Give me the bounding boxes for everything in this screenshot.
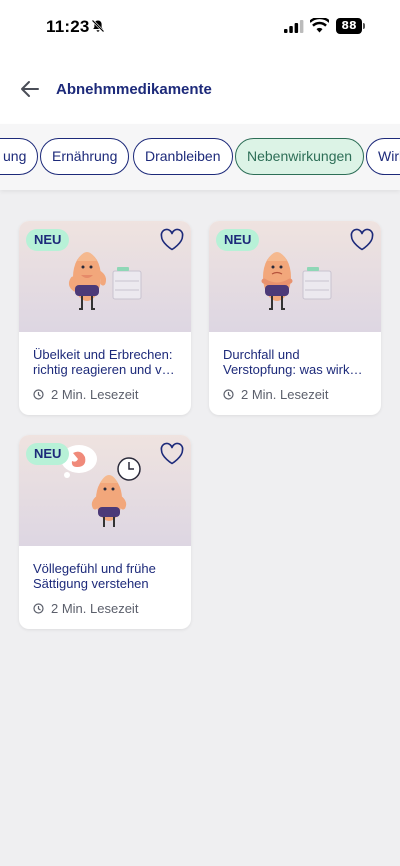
- new-badge: NEU: [26, 443, 70, 465]
- reading-time-label: 2 Min. Lesezeit: [241, 387, 329, 402]
- heart-icon[interactable]: [159, 442, 185, 466]
- page-title: Abnehmmedikamente: [56, 81, 212, 98]
- chip-partial-right[interactable]: Wirk: [366, 138, 400, 175]
- heart-icon[interactable]: [349, 228, 375, 252]
- chip-ernaehrung[interactable]: Ernährung: [40, 138, 130, 175]
- article-title: Durchfall und Verstopfung: was wirk…: [223, 347, 363, 377]
- reading-time-label: 2 Min. Lesezeit: [51, 387, 139, 402]
- reading-time: 2 Min. Lesezeit: [223, 387, 328, 402]
- status-time: 11:23: [46, 17, 90, 36]
- signal-icon: [284, 20, 304, 33]
- wifi-icon: [310, 18, 329, 33]
- article-title: Übelkeit und Erbrechen: richtig reagiere…: [33, 347, 175, 377]
- battery-cap: [363, 23, 365, 29]
- clock-icon: [33, 603, 44, 614]
- reading-time: 2 Min. Lesezeit: [33, 601, 138, 616]
- new-badge: NEU: [26, 229, 70, 251]
- new-badge: NEU: [216, 229, 260, 251]
- article-card[interactable]: NEU Übelkeit und Erbrechen: richtig reag…: [19, 221, 191, 415]
- chip-partial-left[interactable]: ung: [0, 138, 39, 175]
- chip-nebenwirkungen[interactable]: Nebenwirkungen: [235, 138, 365, 175]
- status-bar: 11:23 88: [0, 0, 400, 54]
- article-card[interactable]: NEU Durchfall und Verstopfung: was wirk……: [209, 221, 381, 415]
- chip-dranbleiben[interactable]: Dranbleiben: [133, 138, 233, 175]
- category-chip-bar[interactable]: ung Ernährung Dranbleiben Nebenwirkungen…: [0, 124, 400, 190]
- back-arrow-icon[interactable]: [18, 78, 42, 100]
- bell-muted-icon: [91, 19, 105, 33]
- app-header: Abnehmmedikamente: [0, 54, 400, 124]
- battery-indicator: 88: [336, 18, 366, 34]
- article-card[interactable]: NEU Völlegefühl und frühe Sättigung vers…: [19, 435, 191, 629]
- article-title: Völlegefühl und frühe Sättigung verstehe…: [33, 561, 156, 591]
- clock-icon: [223, 389, 234, 400]
- clock-icon: [33, 389, 44, 400]
- reading-time-label: 2 Min. Lesezeit: [51, 601, 139, 616]
- heart-icon[interactable]: [159, 228, 185, 252]
- reading-time: 2 Min. Lesezeit: [33, 387, 138, 402]
- battery-level: 88: [336, 18, 362, 34]
